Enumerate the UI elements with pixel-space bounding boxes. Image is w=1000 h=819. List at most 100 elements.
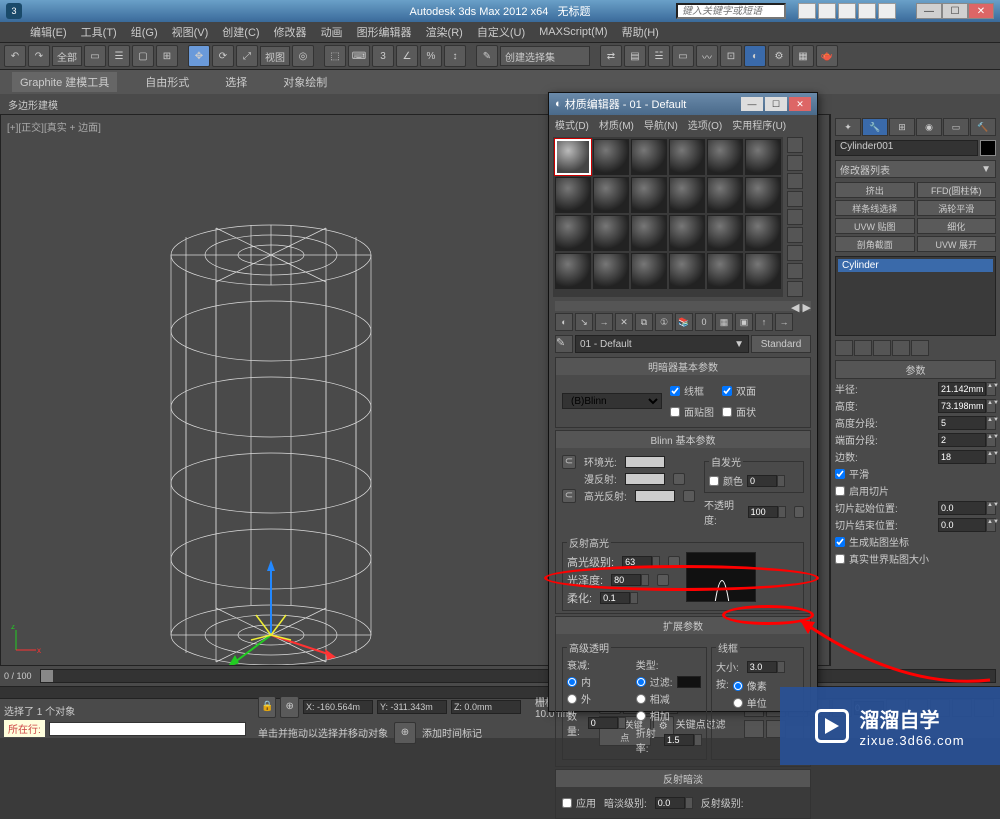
ref-coord-dropdown[interactable]: 视图 <box>260 46 290 66</box>
diffuse-color-swatch[interactable] <box>625 473 665 485</box>
gloss-map-button[interactable] <box>657 574 669 586</box>
ribbon-tab-paint[interactable]: 对象绘制 <box>275 72 335 92</box>
select-rotate-button[interactable]: ⟳ <box>212 45 234 67</box>
undo-button[interactable]: ↶ <box>4 45 26 67</box>
sample-slot-6[interactable] <box>745 139 781 175</box>
lock-ambient-icon[interactable]: ⊂ <box>562 455 576 469</box>
coord-y[interactable] <box>377 700 447 714</box>
sample-slot-14[interactable] <box>593 215 629 251</box>
maxscript-listener-input[interactable] <box>49 722 246 736</box>
spinner-opacity[interactable] <box>748 506 786 518</box>
backlight-icon[interactable] <box>787 155 803 171</box>
mod-bevel-profile[interactable]: 剖角截面 <box>835 236 915 252</box>
mat-close-button[interactable]: ✕ <box>789 97 811 111</box>
sample-type-icon[interactable] <box>787 137 803 153</box>
help-search-input[interactable] <box>676 3 786 19</box>
favorite-icon[interactable] <box>858 3 876 19</box>
sample-slot-9[interactable] <box>631 177 667 213</box>
align-button[interactable]: ▤ <box>624 45 646 67</box>
options-icon[interactable] <box>787 245 803 261</box>
keyboard-shortcut-button[interactable]: ⌨ <box>348 45 370 67</box>
rollout-parameters-title[interactable]: 参数 <box>835 360 996 379</box>
sample-slot-8[interactable] <box>593 177 629 213</box>
radio-in[interactable] <box>567 677 577 687</box>
ribbon-tab-selection[interactable]: 选择 <box>217 72 255 92</box>
help-icon[interactable] <box>878 3 896 19</box>
sample-uv-icon[interactable] <box>787 191 803 207</box>
menu-views[interactable]: 视图(V) <box>172 24 209 40</box>
matmap-nav-icon[interactable] <box>787 281 803 297</box>
pin-stack-icon[interactable] <box>835 340 853 356</box>
go-parent-icon[interactable]: ↑ <box>755 313 773 331</box>
infocenter-icon[interactable] <box>798 3 816 19</box>
spinner-snap-button[interactable]: ↕ <box>444 45 466 67</box>
reset-map-icon[interactable]: ✕ <box>615 313 633 331</box>
show-end-result-icon[interactable] <box>854 340 872 356</box>
mat-menu-utils[interactable]: 实用程序(U) <box>732 117 786 132</box>
tab-utilities-icon[interactable]: 🔨 <box>970 118 996 136</box>
coord-x[interactable] <box>303 700 373 714</box>
sample-slot-18[interactable] <box>745 215 781 251</box>
radio-units[interactable] <box>733 698 743 708</box>
opacity-map-button[interactable] <box>794 506 804 518</box>
menu-tools[interactable]: 工具(T) <box>81 24 117 40</box>
tab-modify-icon[interactable]: 🔧 <box>862 118 888 136</box>
make-unique-icon[interactable] <box>873 340 891 356</box>
sample-slot-5[interactable] <box>707 139 743 175</box>
select-manipulate-button[interactable]: ⬚ <box>324 45 346 67</box>
checkbox-smooth[interactable] <box>835 469 845 479</box>
mod-turbosmooth[interactable]: 涡轮平滑 <box>917 200 997 216</box>
layer-manager-button[interactable]: ☱ <box>648 45 670 67</box>
assign-to-selection-icon[interactable]: → <box>595 313 613 331</box>
mirror-button[interactable]: ⇄ <box>600 45 622 67</box>
make-unique-mat-icon[interactable]: ① <box>655 313 673 331</box>
spinner-soften[interactable] <box>600 592 638 604</box>
spinner-radius[interactable]: ▲▼ <box>938 382 996 396</box>
material-editor-button[interactable]: ◐ <box>744 45 766 67</box>
radio-additive[interactable] <box>636 711 646 721</box>
render-button[interactable]: 🫖 <box>816 45 838 67</box>
render-frame-button[interactable]: ▦ <box>792 45 814 67</box>
cb-wire[interactable] <box>670 386 680 396</box>
select-by-name-button[interactable]: ☰ <box>108 45 130 67</box>
mod-tessellate[interactable]: 细化 <box>917 218 997 234</box>
radio-subtractive[interactable] <box>636 694 646 704</box>
rollout-shader-basic[interactable]: 明暗器基本参数 <box>556 358 810 375</box>
menu-group[interactable]: 组(G) <box>131 24 158 40</box>
spinner-slice-from[interactable]: ▲▼ <box>938 501 996 515</box>
curve-editor-button[interactable]: 〰 <box>696 45 718 67</box>
mat-menu-nav[interactable]: 导航(N) <box>644 117 678 132</box>
spinner-selfillum[interactable] <box>747 475 785 487</box>
spinner-size[interactable] <box>747 661 785 673</box>
cb-facemap[interactable] <box>670 407 680 417</box>
spinner-hseg[interactable]: ▲▼ <box>938 416 996 430</box>
spinner-spec-level[interactable] <box>622 556 660 568</box>
spinner-amount[interactable] <box>588 717 626 729</box>
menu-maxscript[interactable]: MAXScript(M) <box>539 26 607 38</box>
menu-edit[interactable]: 编辑(E) <box>30 24 67 40</box>
menu-graph-editors[interactable]: 图形编辑器 <box>357 24 412 40</box>
object-name-field[interactable]: Cylinder001 <box>835 140 978 156</box>
put-to-scene-icon[interactable]: ↘ <box>575 313 593 331</box>
spinner-height[interactable]: ▲▼ <box>938 399 996 413</box>
remove-modifier-icon[interactable] <box>892 340 910 356</box>
selection-filter-dropdown[interactable]: 全部 <box>52 46 82 66</box>
close-button[interactable]: ✕ <box>968 3 994 19</box>
add-time-tag-icon[interactable]: ⊕ <box>394 722 416 744</box>
schematic-view-button[interactable]: ⊡ <box>720 45 742 67</box>
menu-modifiers[interactable]: 修改器 <box>274 24 307 40</box>
cb-apply-dim[interactable] <box>562 798 572 808</box>
time-slider-handle[interactable] <box>41 670 53 682</box>
communication-icon[interactable] <box>838 3 856 19</box>
snap-toggle-button[interactable]: 3 <box>372 45 394 67</box>
tab-display-icon[interactable]: ▭ <box>943 118 969 136</box>
radio-out[interactable] <box>567 694 577 704</box>
named-selection-dropdown[interactable]: 创建选择集 <box>500 46 590 66</box>
menu-customize[interactable]: 自定义(U) <box>477 24 525 40</box>
show-end-mat-icon[interactable]: ▣ <box>735 313 753 331</box>
make-preview-icon[interactable] <box>787 227 803 243</box>
sample-slot-16[interactable] <box>669 215 705 251</box>
sample-slot-17[interactable] <box>707 215 743 251</box>
timeline-track[interactable] <box>40 669 996 683</box>
pick-material-icon[interactable]: ✎ <box>555 335 573 353</box>
